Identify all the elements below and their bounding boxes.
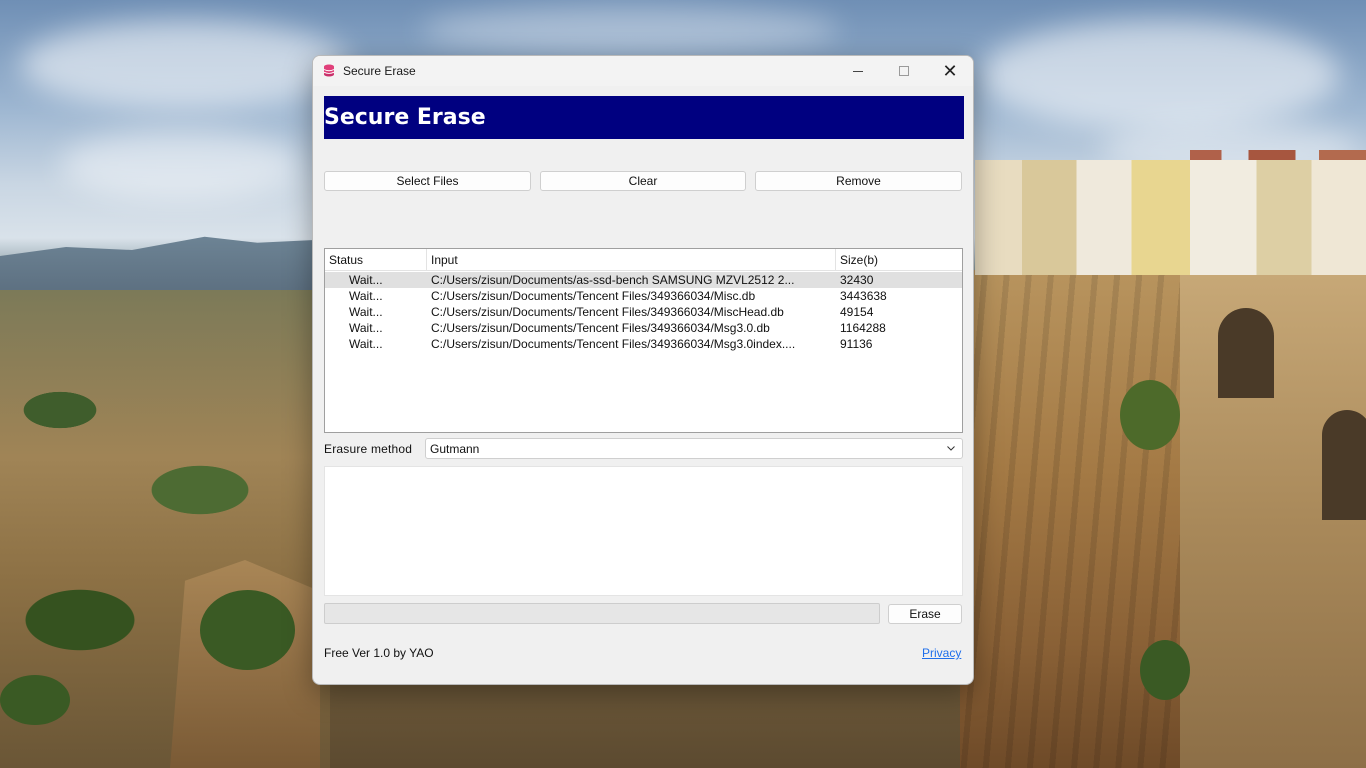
wallpaper-cloud xyxy=(980,20,1340,130)
database-icon xyxy=(323,64,335,77)
row-input-path: C:/Users/zisun/Documents/Tencent Files/3… xyxy=(431,321,770,335)
row-status: Wait... xyxy=(349,289,383,303)
erase-progress-bar xyxy=(324,603,880,624)
erasure-method-value: Gutmann xyxy=(430,442,480,456)
erasure-method-select[interactable]: Gutmann xyxy=(425,438,963,459)
file-table[interactable]: Status Input Size(b) Wait... C:/Users/zi… xyxy=(324,248,963,433)
wallpaper-bush xyxy=(1120,380,1180,450)
banner-title: Secure Erase xyxy=(324,105,486,130)
row-size: 3443638 xyxy=(840,289,887,303)
remove-button[interactable]: Remove xyxy=(755,171,962,191)
table-row[interactable]: Wait... C:/Users/zisun/Documents/as-ssd-… xyxy=(325,272,962,288)
row-status: Wait... xyxy=(349,321,383,335)
wallpaper-bush xyxy=(0,675,70,725)
row-status: Wait... xyxy=(349,337,383,351)
app-banner: Secure Erase xyxy=(324,96,964,139)
maximize-icon xyxy=(899,66,909,76)
erase-button[interactable]: Erase xyxy=(888,604,962,624)
close-button[interactable]: ✕ xyxy=(927,56,973,86)
column-header-input[interactable]: Input xyxy=(427,249,836,271)
secure-erase-window: Secure Erase ✕ Secure Erase Select Files… xyxy=(312,55,974,685)
row-status: Wait... xyxy=(349,305,383,319)
privacy-link[interactable]: Privacy xyxy=(922,646,961,660)
table-row[interactable]: Wait... C:/Users/zisun/Documents/Tencent… xyxy=(325,336,962,352)
row-input-path: C:/Users/zisun/Documents/Tencent Files/3… xyxy=(431,289,756,303)
row-size: 1164288 xyxy=(840,321,886,335)
wallpaper-mountains xyxy=(0,236,330,292)
log-output-area[interactable] xyxy=(324,466,963,596)
column-header-size[interactable]: Size(b) xyxy=(836,249,962,271)
table-row[interactable]: Wait... C:/Users/zisun/Documents/Tencent… xyxy=(325,288,962,304)
close-icon: ✕ xyxy=(942,61,958,81)
select-files-button[interactable]: Select Files xyxy=(324,171,531,191)
row-size: 32430 xyxy=(840,273,874,287)
clear-button[interactable]: Clear xyxy=(540,171,746,191)
wallpaper-cloud xyxy=(20,20,350,110)
version-label: Free Ver 1.0 by YAO xyxy=(324,646,434,660)
wallpaper-bridge-arch xyxy=(1322,410,1366,520)
window-title: Secure Erase xyxy=(343,64,416,78)
row-size: 91136 xyxy=(840,337,873,351)
title-bar[interactable]: Secure Erase ✕ xyxy=(313,56,973,86)
chevron-down-icon xyxy=(947,446,955,451)
wallpaper-cloud xyxy=(420,5,840,55)
row-status: Wait... xyxy=(349,273,383,287)
wallpaper-bush xyxy=(200,590,295,670)
wallpaper-cloud xyxy=(60,130,300,200)
row-size: 49154 xyxy=(840,305,874,319)
row-input-path: C:/Users/zisun/Documents/Tencent Files/3… xyxy=(431,305,784,319)
minimize-button[interactable] xyxy=(835,56,881,86)
row-input-path: C:/Users/zisun/Documents/as-ssd-bench SA… xyxy=(431,273,795,287)
table-header: Status Input Size(b) xyxy=(325,249,962,271)
wallpaper-bridge-arch xyxy=(1218,308,1274,398)
minimize-icon xyxy=(853,70,863,72)
table-row[interactable]: Wait... C:/Users/zisun/Documents/Tencent… xyxy=(325,320,962,336)
wallpaper-bush xyxy=(1140,640,1190,700)
erasure-method-label: Erasure method xyxy=(324,442,413,456)
wallpaper-town xyxy=(975,160,1366,275)
column-header-status[interactable]: Status xyxy=(325,249,427,271)
row-input-path: C:/Users/zisun/Documents/Tencent Files/3… xyxy=(431,337,796,351)
table-row[interactable]: Wait... C:/Users/zisun/Documents/Tencent… xyxy=(325,304,962,320)
maximize-button[interactable] xyxy=(881,56,927,86)
